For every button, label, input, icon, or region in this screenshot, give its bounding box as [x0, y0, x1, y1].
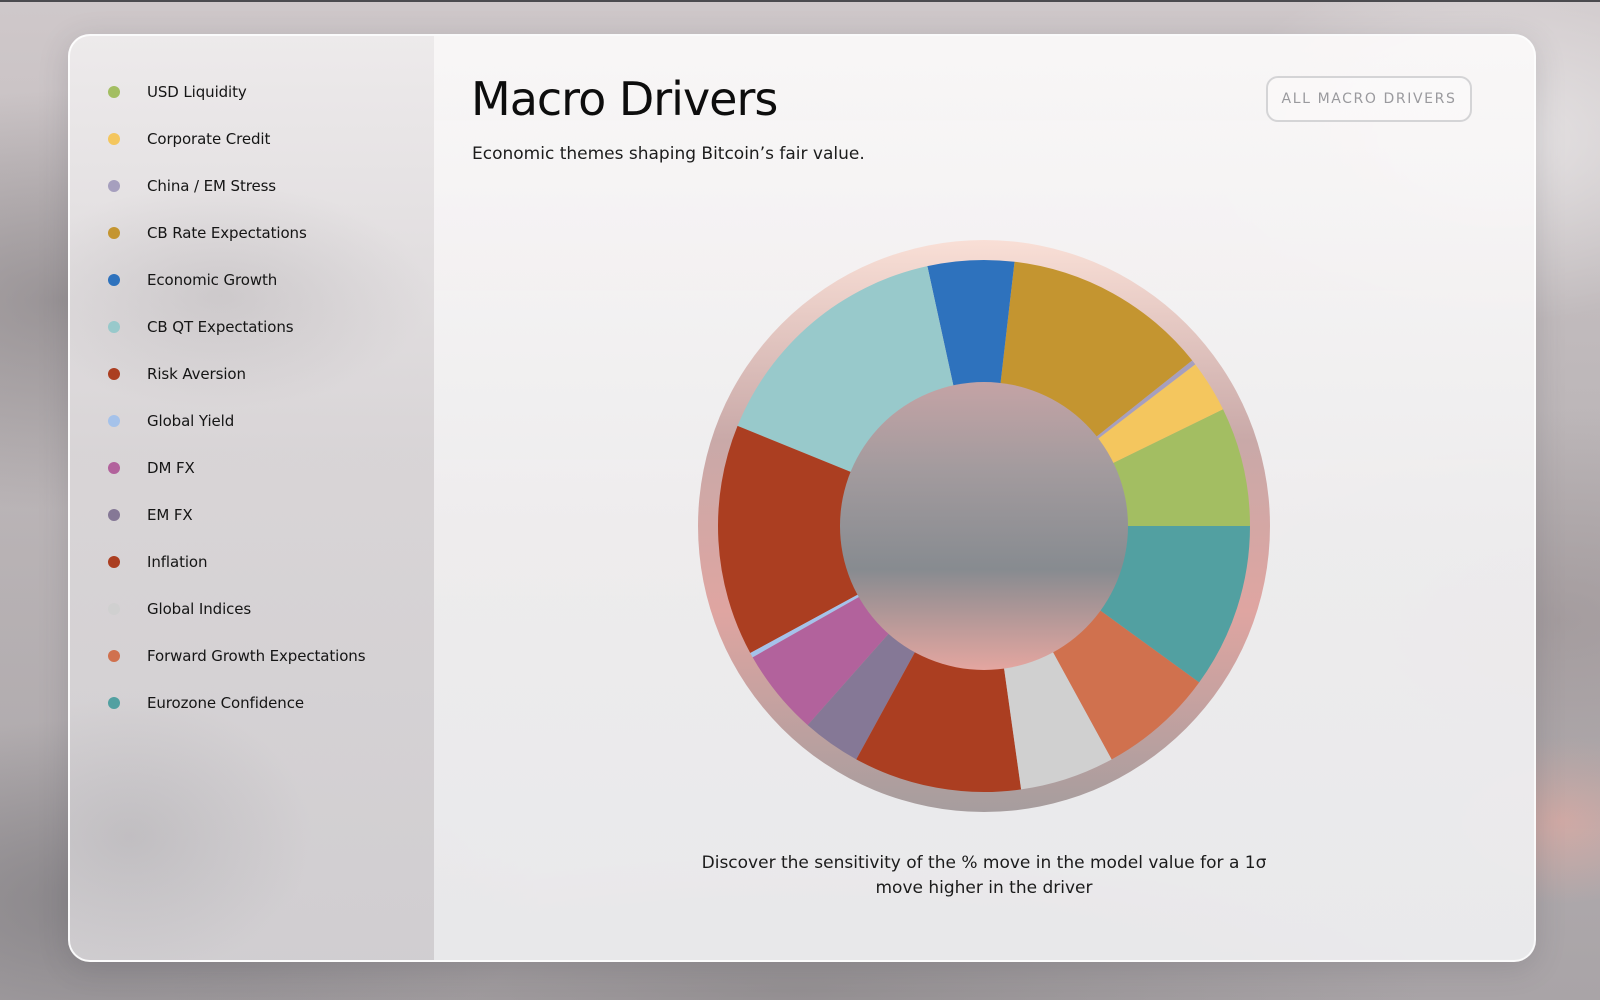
legend-dot-icon: [108, 179, 120, 192]
legend-dot-icon: [108, 273, 120, 286]
legend-dot-icon: [108, 508, 120, 521]
legend-item[interactable]: Forward Growth Expectations: [108, 632, 366, 679]
legend-item[interactable]: China / EM Stress: [108, 162, 365, 209]
legend-item[interactable]: CB QT Expectations: [108, 303, 365, 350]
all-macro-drivers-button[interactable]: ALL MACRO DRIVERS: [1266, 76, 1472, 122]
legend-label: CB QT Expectations: [147, 317, 294, 336]
page-title: Macro Drivers: [471, 72, 778, 126]
legend-dot-icon: [108, 649, 120, 662]
legend-dot-icon: [108, 367, 120, 380]
legend-item[interactable]: Corporate Credit: [108, 115, 365, 162]
main-content: Macro Drivers Economic themes shaping Bi…: [434, 36, 1534, 960]
legend-label: Forward Growth Expectations: [147, 646, 366, 665]
window-top-edge: [0, 0, 1600, 2]
legend-label: Global Indices: [147, 599, 252, 618]
legend-dot-icon: [108, 461, 120, 474]
legend-item[interactable]: Eurozone Confidence: [108, 679, 365, 726]
legend-dot-icon: [108, 414, 120, 427]
legend-item[interactable]: USD Liquidity: [108, 68, 365, 115]
legend-dot-icon: [108, 696, 120, 709]
legend-label: China / EM Stress: [147, 176, 277, 195]
macro-drivers-donut-chart: [698, 240, 1270, 812]
donut-chart-container: [684, 226, 1284, 826]
legend-item[interactable]: Economic Growth: [108, 256, 365, 303]
legend-item[interactable]: Global Yield: [108, 397, 365, 444]
macro-drivers-panel: USD Liquidity Corporate Credit China / EM …: [68, 34, 1536, 962]
legend-item[interactable]: Global Indices: [108, 585, 365, 632]
page-subtitle: Economic themes shaping Bitcoin’s fair v…: [472, 144, 865, 164]
legend-item[interactable]: EM FX: [108, 491, 365, 538]
legend-dot-icon: [108, 85, 120, 98]
chart-caption: Discover the sensitivity of the % move i…: [701, 853, 1267, 898]
legend-label: Risk Aversion: [147, 364, 246, 383]
legend-label: Inflation: [147, 552, 208, 571]
legend-item[interactable]: Risk Aversion: [108, 350, 365, 397]
legend-item[interactable]: DM FX: [108, 444, 365, 491]
legend-label: CB Rate Expectations: [147, 223, 307, 242]
legend-item[interactable]: Inflation: [108, 538, 365, 585]
legend-label: DM FX: [147, 458, 195, 477]
legend-dot-icon: [108, 132, 120, 145]
legend-list: USD Liquidity Corporate Credit China / EM …: [108, 68, 366, 726]
legend-dot-icon: [108, 555, 120, 568]
legend-dot-icon: [108, 320, 120, 333]
legend-dot-icon: [108, 226, 120, 239]
legend-item[interactable]: CB Rate Expectations: [108, 209, 365, 256]
legend-label: EM FX: [147, 505, 193, 524]
legend-label: USD Liquidity: [147, 82, 247, 101]
legend-label: Eurozone Confidence: [147, 693, 304, 712]
legend-label: Global Yield: [147, 411, 235, 430]
donut-center-hole: [840, 382, 1128, 670]
legend-label: Corporate Credit: [147, 129, 271, 148]
legend-dot-icon: [108, 602, 120, 615]
legend-sidebar: USD Liquidity Corporate Credit China / EM …: [70, 36, 434, 960]
legend-label: Economic Growth: [147, 270, 278, 289]
